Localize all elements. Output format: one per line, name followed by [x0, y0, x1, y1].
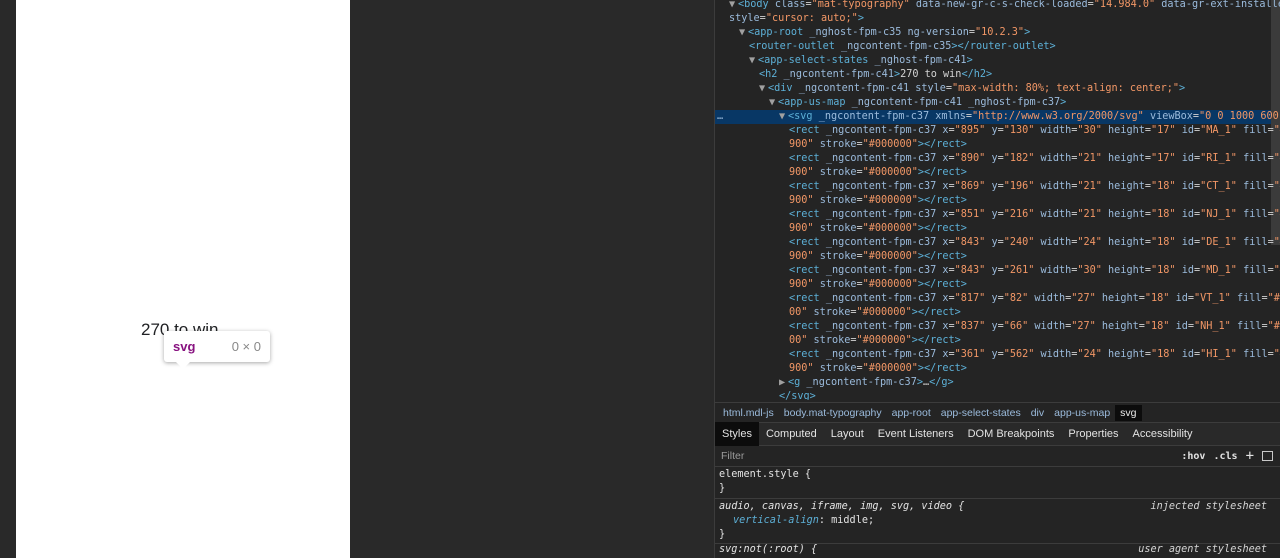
injected-rule-prop[interactable]: vertical-align [733, 515, 819, 526]
filter-bar[interactable]: Filter :hov .cls + [715, 446, 1280, 467]
elements-tree[interactable]: ▼ <body class="mat-typography" data-new-g… [715, 0, 1280, 400]
dom-node-line[interactable]: ▼ <app-root _nghost-fpm-c35 ng-version="1… [739, 26, 1030, 40]
left-gutter [0, 0, 16, 558]
selected-node-marker[interactable]: … [717, 110, 723, 124]
hov-toggle[interactable]: :hov [1181, 451, 1205, 462]
new-rule-button[interactable]: + [1246, 448, 1254, 464]
dom-node-line[interactable]: <rect _ngcontent-fpm-c37 x="361" y="562"… [789, 348, 1280, 362]
dom-node-line[interactable]: ▼ <body class="mat-typography" data-new-g… [729, 0, 1280, 12]
dom-node-line[interactable]: ▼ <app-select-states _nghost-fpm-c41> [749, 54, 973, 68]
dom-node-line[interactable]: 900" stroke="#000000"></rect> [789, 362, 967, 376]
dom-node-line[interactable]: <rect _ngcontent-fpm-c37 x="851" y="216"… [789, 208, 1280, 222]
dom-node-line[interactable]: 900" stroke="#000000"></rect> [789, 166, 967, 180]
injected-rule-declaration: vertical-align: middle; [733, 515, 875, 526]
dom-node-line[interactable]: ▶ <g _ngcontent-fpm-c37>…</g> [779, 376, 954, 390]
breadcrumb-item[interactable]: svg [1115, 404, 1142, 421]
tab-dom-breakpoints[interactable]: DOM Breakpoints [961, 422, 1062, 446]
dom-node-line[interactable]: ▼ <div _ngcontent-fpm-c41 style="max-widt… [759, 82, 1185, 96]
breadcrumb-item[interactable]: body.mat-typography [779, 405, 887, 421]
element-style-selector: element.style { [719, 469, 812, 480]
dom-node-line[interactable]: <rect _ngcontent-fpm-c37 x="843" y="240"… [789, 236, 1280, 250]
dom-node-line[interactable]: <rect _ngcontent-fpm-c37 x="890" y="182"… [789, 152, 1280, 166]
ua-rule[interactable]: svg:not(:root) { user agent stylesheet [715, 543, 1280, 558]
filter-input[interactable]: Filter [721, 450, 744, 462]
element-style-rule[interactable]: element.style { } [715, 467, 1280, 499]
breadcrumb-item[interactable]: app-root [887, 405, 936, 421]
injected-rule-source[interactable]: injected stylesheet [1150, 501, 1267, 512]
dom-node-line[interactable]: <rect _ngcontent-fpm-c37 x="869" y="196"… [789, 180, 1280, 194]
dom-node-line[interactable]: <rect _ngcontent-fpm-c37 x="895" y="130"… [789, 124, 1280, 138]
tab-properties[interactable]: Properties [1061, 422, 1125, 446]
dom-node-line[interactable]: 900" stroke="#000000"></rect> [789, 194, 967, 208]
breadcrumb-item[interactable]: html.mdl-js [718, 405, 779, 421]
breadcrumb-item[interactable]: app-select-states [936, 405, 1026, 421]
tooltip-tag: svg [173, 339, 196, 354]
empty-area [350, 0, 714, 558]
tooltip-dimensions: 0 × 0 [231, 339, 261, 354]
injected-rule-value[interactable]: middle; [831, 515, 874, 526]
devtools-panel: ▼ <body class="mat-typography" data-new-g… [714, 0, 1280, 558]
styles-pane: element.style { } audio, canvas, iframe,… [715, 467, 1280, 558]
styles-tab-bar: Styles Computed Layout Event Listeners DOM B… [715, 422, 1280, 446]
injected-rule[interactable]: audio, canvas, iframe, img, svg, video {… [715, 498, 1280, 544]
element-inspect-tooltip: svg 0 × 0 [164, 331, 270, 369]
dom-node-line[interactable]: <rect _ngcontent-fpm-c37 x="817" y="82" … [789, 292, 1280, 306]
breadcrumb-item[interactable]: app-us-map [1049, 405, 1115, 421]
breadcrumb-item[interactable]: div [1026, 405, 1049, 421]
tab-accessibility[interactable]: Accessibility [1126, 422, 1200, 446]
tab-layout[interactable]: Layout [824, 422, 871, 446]
cls-toggle[interactable]: .cls [1213, 451, 1237, 462]
injected-rule-selector: audio, canvas, iframe, img, svg, video { [719, 501, 965, 512]
dom-node-selected[interactable]: ▼ <svg _ngcontent-fpm-c37 xmlns="http://w… [715, 110, 1280, 124]
dom-node-line[interactable]: 900" stroke="#000000"></rect> [789, 278, 967, 292]
dom-node-line[interactable]: 900" stroke="#000000"></rect> [789, 222, 967, 236]
dom-node-line[interactable]: <h2 _ngcontent-fpm-c41>270 to win</h2> [759, 68, 992, 82]
dom-node-line[interactable]: <rect _ngcontent-fpm-c37 x="843" y="261"… [789, 264, 1280, 278]
dom-node-line[interactable]: 900" stroke="#000000"></rect> [789, 138, 967, 152]
ua-rule-selector: svg:not(:root) { [719, 544, 818, 555]
dom-node-line[interactable]: </svg> [779, 390, 816, 400]
dom-node-line[interactable]: 00" stroke="#000000"></rect> [789, 306, 961, 320]
dom-node-line[interactable]: ▼ <app-us-map _ngcontent-fpm-c41 _nghost-… [769, 96, 1066, 110]
page-viewport[interactable]: 270 to win svg 0 × 0 [16, 0, 350, 558]
injected-rule-close: } [719, 529, 726, 540]
element-style-close: } [719, 483, 726, 494]
tooltip-arrow [176, 362, 190, 369]
tab-event-listeners[interactable]: Event Listeners [871, 422, 961, 446]
tab-styles[interactable]: Styles [715, 422, 759, 446]
dom-node-line[interactable]: 00" stroke="#000000"></rect> [789, 334, 961, 348]
tab-computed[interactable]: Computed [759, 422, 824, 446]
breadcrumb: html.mdl-js body.mat-typography app-root ap… [715, 402, 1280, 422]
ua-rule-source: user agent stylesheet [1138, 544, 1267, 555]
dom-node-line[interactable]: 900" stroke="#000000"></rect> [789, 250, 967, 264]
toggle-sidebar-icon[interactable] [1262, 451, 1273, 461]
dom-node-line[interactable]: <rect _ngcontent-fpm-c37 x="837" y="66" … [789, 320, 1280, 334]
dom-node-line[interactable]: style="cursor: auto;"> [729, 12, 864, 26]
dom-node-line[interactable]: <router-outlet _ngcontent-fpm-c35></rout… [749, 40, 1056, 54]
